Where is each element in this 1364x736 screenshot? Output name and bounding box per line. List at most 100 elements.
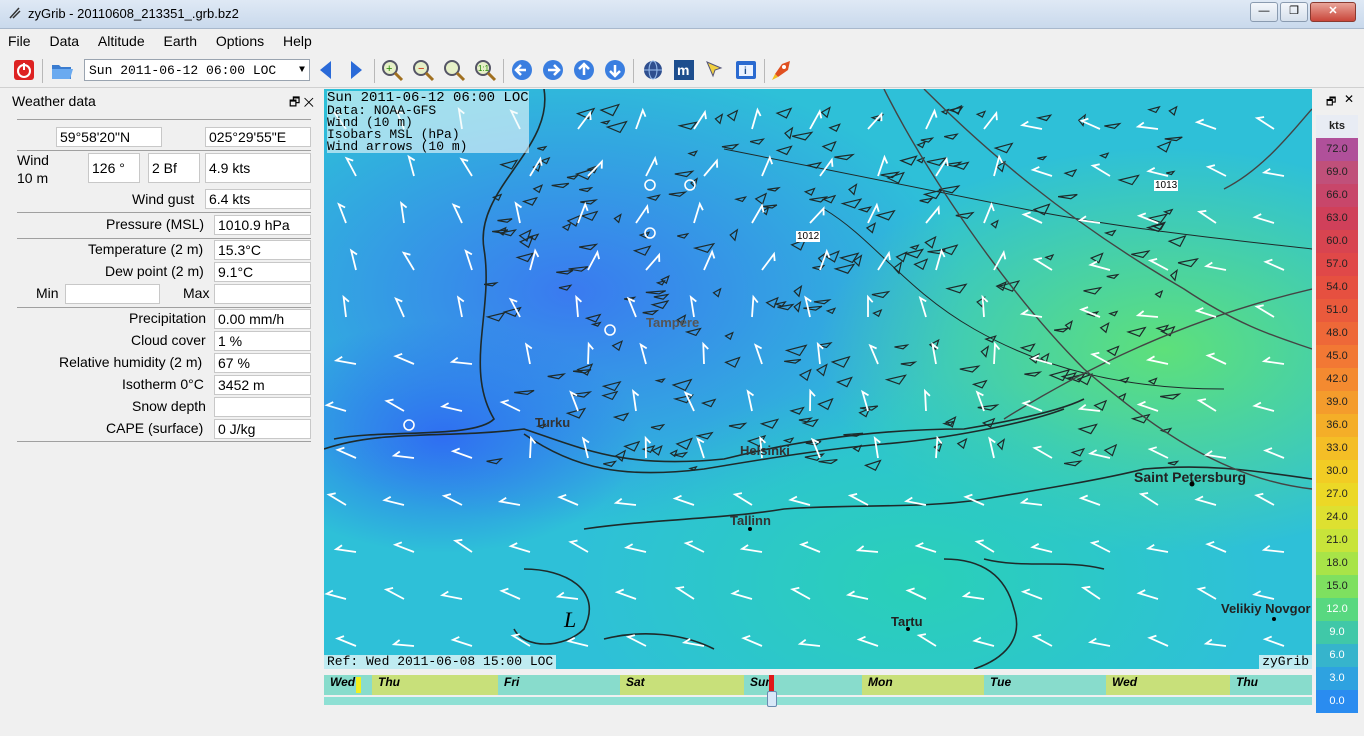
timeline-day: Wed: [1106, 675, 1230, 695]
time-slider[interactable]: Wed Thu Fri Sat Sun Mon Tue Wed Thu: [324, 673, 1312, 707]
globe-download-button[interactable]: [641, 58, 665, 82]
color-scale-step: 39.0: [1316, 391, 1358, 414]
cape-label: CAPE (surface): [106, 420, 204, 436]
meteotable-icon: m: [674, 60, 694, 80]
zoom-in-button[interactable]: +: [380, 58, 404, 82]
snow-depth-field: [214, 397, 311, 417]
open-file-button[interactable]: [50, 58, 74, 82]
slider-track[interactable]: [324, 697, 1312, 705]
zoom-all-button[interactable]: 1:1: [473, 58, 497, 82]
float-panel-icon[interactable]: 🗗: [289, 95, 300, 109]
color-scale-step: 54.0: [1316, 276, 1358, 299]
next-date-button[interactable]: [344, 58, 368, 82]
info-button[interactable]: i: [734, 58, 758, 82]
float-scale-icon[interactable]: 🗗: [1326, 93, 1336, 112]
zoom-out-icon: −: [413, 60, 435, 82]
color-scale-step: 30.0: [1316, 460, 1358, 483]
wind-field-map[interactable]: [324, 89, 1312, 669]
svg-text:1:1: 1:1: [478, 64, 490, 73]
launch-button[interactable]: [770, 58, 794, 82]
color-scale-step: 24.0: [1316, 506, 1358, 529]
precipitation-field: 0.00 mm/h: [214, 309, 311, 329]
arrow-right-icon: [351, 61, 362, 79]
color-scale-step: 63.0: [1316, 207, 1358, 230]
zoom-all-icon: 1:1: [475, 60, 497, 82]
city-label-velikiy-novgorod: Velikiy Novgor: [1221, 601, 1311, 616]
city-label-helsinki: Helsinki: [740, 443, 790, 458]
toolbar: Sun 2011-06-12 06:00 LOC ▼ + − 1:1 m i: [0, 55, 1364, 88]
previous-date-button[interactable]: [314, 58, 338, 82]
quit-button[interactable]: [12, 58, 36, 82]
color-scale-step: 45.0: [1316, 345, 1358, 368]
circle-arrow-up-icon: [574, 60, 594, 80]
menu-earth[interactable]: Earth: [156, 29, 204, 49]
maximize-button[interactable]: ❐: [1280, 2, 1308, 22]
globe-icon: [644, 60, 662, 80]
menu-file[interactable]: File: [0, 29, 38, 49]
power-icon: [14, 60, 34, 80]
color-scale-step: 36.0: [1316, 414, 1358, 437]
panel-title: Weather data: [12, 93, 96, 109]
pan-left-button[interactable]: [510, 58, 534, 82]
pointer-button[interactable]: [703, 58, 727, 82]
max-temperature-field: [214, 284, 311, 304]
color-scale-step: 60.0: [1316, 230, 1358, 253]
city-label-tallinn: Tallinn: [730, 513, 771, 528]
reference-date: Ref: Wed 2011-06-08 15:00 LOC: [324, 655, 557, 669]
minimize-button[interactable]: —: [1250, 2, 1278, 22]
isotherm-label: Isotherm 0°C: [122, 376, 204, 392]
meteotable-button[interactable]: m: [672, 58, 696, 82]
color-scale-panel: 🗗 ✕ kts 72.0 69.0 66.0 63.0 60.0 57.0 54.0 51.0…: [1316, 89, 1358, 713]
wind-speed-field: 4.9 kts: [205, 153, 311, 183]
wind-label: Wind: [17, 152, 49, 168]
wind-gust-label: Wind gust: [132, 191, 195, 207]
max-label: Max: [183, 285, 210, 301]
chevron-down-icon: ▼: [298, 65, 305, 76]
svg-text:−: −: [418, 63, 424, 75]
timeline-day: Wed: [324, 675, 372, 695]
pan-right-button[interactable]: [541, 58, 565, 82]
pressure-label: Pressure (MSL): [106, 216, 205, 232]
timeline-day: Sun: [744, 675, 862, 695]
temperature-field: 15.3°C: [214, 240, 311, 260]
timeline-day: Fri: [498, 675, 620, 695]
color-scale-step: 57.0: [1316, 253, 1358, 276]
window-titlebar[interactable]: zyGrib - 20110608_213351_.grb.bz2 — ❐ ✕: [0, 0, 1364, 29]
relative-humidity-field: 67 %: [214, 353, 311, 373]
cloud-cover-label: Cloud cover: [131, 332, 206, 348]
menu-help[interactable]: Help: [275, 29, 319, 49]
weather-map[interactable]: Sun 2011-06-12 06:00 LOC Data: NOAA-GFS …: [324, 89, 1312, 669]
menu-altitude[interactable]: Altitude: [90, 29, 152, 49]
zygrib-app-icon: [9, 7, 21, 19]
pan-down-button[interactable]: [603, 58, 627, 82]
close-button[interactable]: ✕: [1310, 2, 1356, 22]
cursor-star-icon: [706, 61, 723, 78]
slider-handle[interactable]: [767, 691, 777, 707]
color-scale-step: 69.0: [1316, 161, 1358, 184]
zoom-out-button[interactable]: −: [411, 58, 435, 82]
color-scale: kts 72.0 69.0 66.0 63.0 60.0 57.0 54.0 51.0 48.0…: [1316, 115, 1358, 713]
close-panel-icon[interactable]: ✕: [304, 95, 314, 109]
color-scale-step: 27.0: [1316, 483, 1358, 506]
brand-label: zyGrib: [1259, 655, 1312, 669]
relative-humidity-label: Relative humidity (2 m): [59, 354, 203, 370]
snow-depth-label: Snow depth: [132, 398, 206, 414]
pan-up-button[interactable]: [572, 58, 596, 82]
color-scale-step: 0.0: [1316, 690, 1358, 713]
wind-height-label: 10 m: [17, 170, 49, 186]
close-scale-icon[interactable]: ✕: [1344, 92, 1354, 106]
low-pressure-marker: L: [564, 607, 577, 632]
circle-arrow-left-icon: [512, 60, 532, 80]
color-scale-step: 72.0: [1316, 138, 1358, 161]
svg-text:+: +: [386, 63, 392, 75]
menu-options[interactable]: Options: [208, 29, 271, 49]
arrow-left-icon: [320, 61, 331, 79]
menu-data[interactable]: Data: [41, 29, 86, 49]
dew-point-label: Dew point (2 m): [105, 263, 204, 279]
map-header-arrows: Wind arrows (10 m): [327, 139, 468, 154]
reference-time-marker: [356, 677, 361, 693]
zoom-fit-button[interactable]: [442, 58, 466, 82]
date-select[interactable]: Sun 2011-06-12 06:00 LOC ▼: [84, 59, 310, 81]
open-folder-icon: [52, 65, 73, 79]
svg-text:m: m: [677, 62, 689, 78]
